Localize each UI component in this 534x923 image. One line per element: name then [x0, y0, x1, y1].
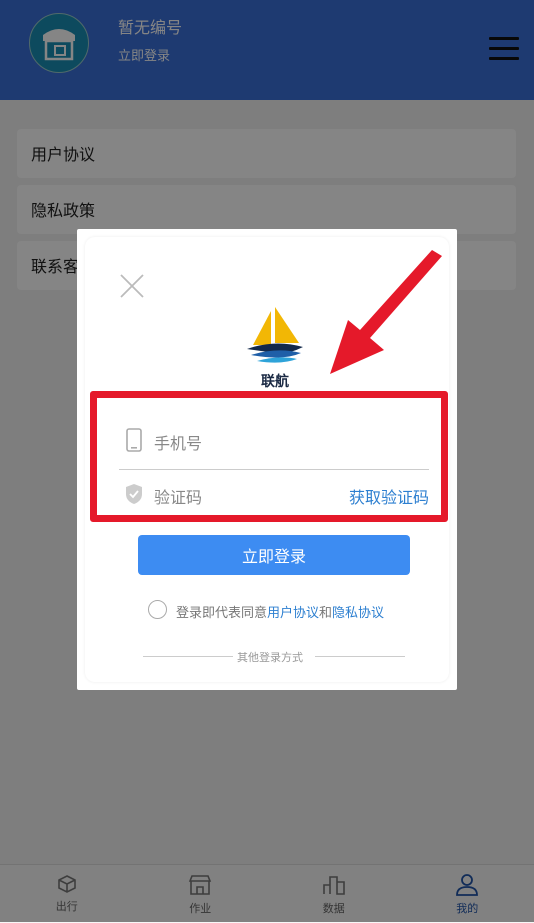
agreement-row: 登录即代表同意用户协议和隐私协议: [148, 600, 448, 622]
logo-text: 联航: [227, 371, 323, 391]
sailboat-logo-icon: [227, 299, 323, 371]
red-arrow-icon: [330, 250, 450, 380]
privacy-agreement-link[interactable]: 隐私协议: [332, 606, 384, 621]
divider-line-left: [143, 656, 233, 657]
other-login-label: 其他登录方式: [237, 649, 303, 665]
divider-line-right: [315, 656, 405, 657]
highlight-box: [90, 391, 448, 522]
agreement-text: 登录即代表同意用户协议和隐私协议: [176, 602, 384, 621]
close-icon[interactable]: [119, 273, 145, 299]
agreement-checkbox[interactable]: [148, 600, 167, 619]
login-button[interactable]: 立即登录: [138, 535, 410, 575]
agreement-prefix: 登录即代表同意: [176, 606, 267, 621]
other-login-divider: 其他登录方式: [143, 649, 405, 663]
user-agreement-link[interactable]: 用户协议: [267, 606, 319, 621]
app-logo: 联航: [227, 297, 323, 397]
agreement-and: 和: [319, 606, 332, 621]
